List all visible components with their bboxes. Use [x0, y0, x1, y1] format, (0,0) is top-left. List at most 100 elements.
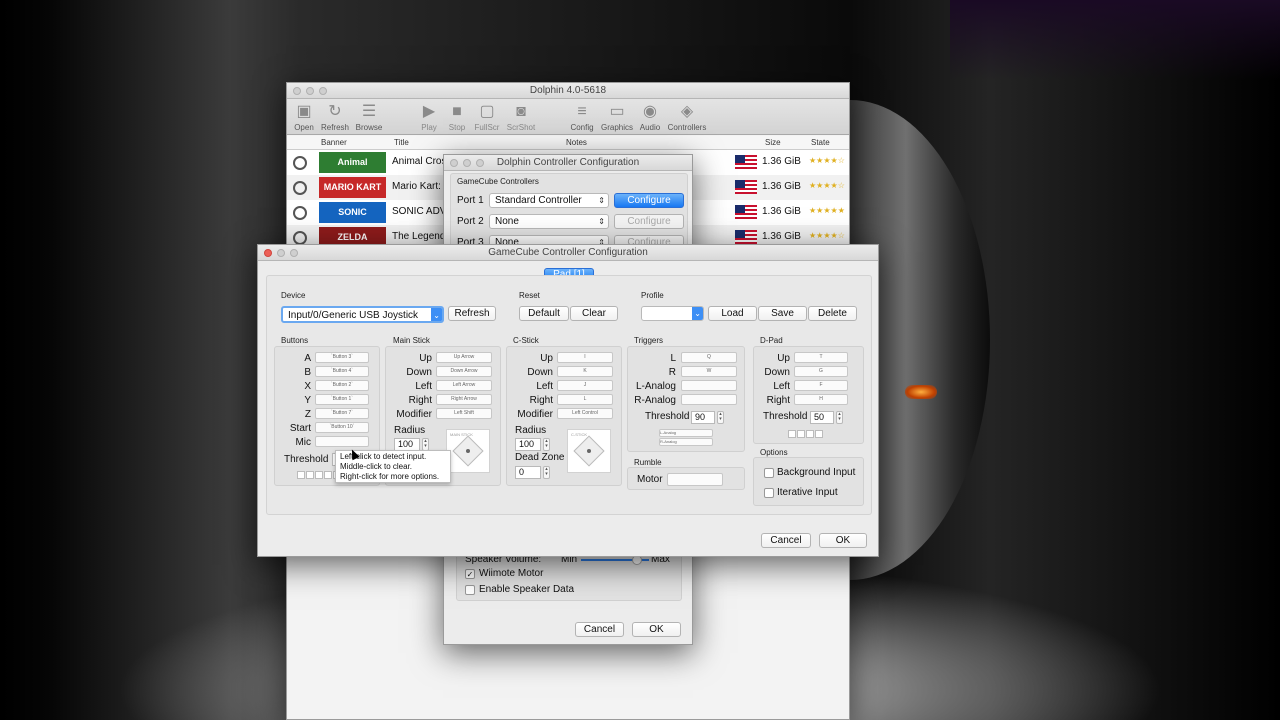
- device-refresh-button[interactable]: Refresh: [448, 306, 496, 321]
- device-select[interactable]: Input/0/Generic USB Joystick ⌄: [281, 306, 444, 323]
- speaker-volume-slider[interactable]: [581, 555, 649, 565]
- trigger-l-analog-binding[interactable]: [681, 380, 737, 391]
- dpad-up-binding[interactable]: T: [794, 352, 848, 363]
- dpad-right-binding[interactable]: H: [794, 394, 848, 405]
- button-y-binding[interactable]: `Button 1`: [315, 394, 369, 405]
- toolbar-config-button[interactable]: ≡ Config: [563, 102, 601, 132]
- gamecube-icon: [293, 231, 307, 245]
- toolbar-audio-button[interactable]: ◉ Audio: [631, 102, 669, 132]
- gamepad-icon: ◈: [680, 103, 694, 120]
- minimize-window-button[interactable]: [463, 159, 471, 167]
- zoom-window-button[interactable]: [476, 159, 484, 167]
- toolbar-refresh-button[interactable]: ↻ Refresh: [316, 102, 354, 132]
- profile-select[interactable]: ⌄: [641, 306, 704, 321]
- game-list-header: Banner Title Notes Size State: [287, 136, 849, 150]
- main-stick-up-binding[interactable]: Up Arrow: [436, 352, 492, 363]
- background-input-checkbox[interactable]: [764, 468, 774, 478]
- c-stick-group: Up I Down K Left J Right L Modifier Left…: [506, 346, 622, 486]
- toolbar-fullscreen-button[interactable]: ▢ FullScr: [468, 102, 506, 132]
- dpad-left-binding[interactable]: F: [794, 380, 848, 391]
- triggers-threshold-input[interactable]: 90: [691, 411, 715, 424]
- minimize-window-button[interactable]: [306, 87, 314, 95]
- browse-list-icon: ☰: [361, 103, 377, 120]
- profile-delete-button[interactable]: Delete: [808, 306, 857, 321]
- c-stick-radius-input[interactable]: 100: [515, 438, 541, 451]
- button-a-binding[interactable]: `Button 3`: [315, 352, 369, 363]
- dpad-threshold-stepper[interactable]: ▴ ▾: [836, 411, 843, 424]
- button-z-binding[interactable]: `Button 7`: [315, 408, 369, 419]
- enable-speaker-checkbox[interactable]: [465, 585, 475, 595]
- profile-load-button[interactable]: Load: [708, 306, 757, 321]
- dpad-group: Up T Down G Left F Right H Threshold 50 …: [753, 346, 864, 444]
- column-banner[interactable]: Banner: [321, 138, 347, 147]
- main-stick-down-binding[interactable]: Down Arrow: [436, 366, 492, 377]
- close-window-button[interactable]: [264, 249, 272, 257]
- triggers-group-label: Triggers: [634, 336, 664, 345]
- wiimote-settings-group: Speaker Volume: Min Max ✓ Wiimote Motor …: [456, 551, 682, 601]
- c-stick-up-binding[interactable]: I: [557, 352, 613, 363]
- trigger-r-analog-binding[interactable]: [681, 394, 737, 405]
- enable-speaker-label: Enable Speaker Data: [479, 584, 575, 595]
- zoom-window-button[interactable]: [290, 249, 298, 257]
- wiimote-motor-label: Wiimote Motor: [479, 568, 544, 579]
- config-sliders-icon: ≡: [577, 103, 587, 120]
- controller-config-ok-button[interactable]: OK: [632, 622, 681, 637]
- trigger-l-binding[interactable]: Q: [681, 352, 737, 363]
- button-x-binding[interactable]: `Button 2`: [315, 380, 369, 391]
- reset-clear-button[interactable]: Clear: [570, 306, 618, 321]
- toolbar-controllers-button[interactable]: ◈ Controllers: [665, 102, 709, 132]
- c-stick-modifier-binding[interactable]: Left Control: [557, 408, 613, 419]
- gc-config-cancel-button[interactable]: Cancel: [761, 533, 811, 548]
- toolbar-browse-button[interactable]: ☰ Browse: [350, 102, 388, 132]
- game-banner: MARIO KART: [319, 177, 386, 198]
- port-2-select[interactable]: None ⇕: [489, 214, 609, 229]
- c-stick-right-binding[interactable]: L: [557, 394, 613, 405]
- tooltip-line: Middle-click to clear.: [340, 462, 413, 471]
- column-state[interactable]: State: [811, 138, 830, 147]
- close-window-button[interactable]: [450, 159, 458, 167]
- main-stick-modifier-binding[interactable]: Left Shift: [436, 408, 492, 419]
- dpad-down-binding[interactable]: G: [794, 366, 848, 377]
- c-stick-down-binding[interactable]: K: [557, 366, 613, 377]
- dpad-threshold-input[interactable]: 50: [810, 411, 834, 424]
- button-mic-binding[interactable]: [315, 436, 369, 447]
- triggers-threshold-stepper[interactable]: ▴ ▾: [717, 411, 724, 424]
- main-stick-right-binding[interactable]: Right Arrow: [436, 394, 492, 405]
- close-window-button[interactable]: [293, 87, 301, 95]
- column-title[interactable]: Title: [394, 138, 409, 147]
- c-stick-group-label: C-Stick: [513, 336, 539, 345]
- c-stick-deadzone-input[interactable]: 0: [515, 466, 541, 479]
- controller-config-cancel-button[interactable]: Cancel: [575, 622, 624, 637]
- main-titlebar: Dolphin 4.0-5618: [287, 83, 849, 99]
- zoom-window-button[interactable]: [319, 87, 327, 95]
- reset-default-button[interactable]: Default: [519, 306, 569, 321]
- main-stick-left-binding[interactable]: Left Arrow: [436, 380, 492, 391]
- c-stick-deadzone-label: Dead Zone: [515, 452, 565, 463]
- c-stick-radius-stepper[interactable]: ▴ ▾: [543, 438, 550, 451]
- profile-save-button[interactable]: Save: [758, 306, 807, 321]
- button-b-binding[interactable]: `Button 4`: [315, 366, 369, 377]
- iterative-input-checkbox[interactable]: [764, 488, 774, 498]
- gc-config-ok-button[interactable]: OK: [819, 533, 867, 548]
- c-stick-down-label: Down: [527, 367, 553, 378]
- controller-config-title: Dolphin Controller Configuration: [496, 157, 640, 168]
- button-a-label: A: [304, 353, 311, 364]
- toolbar-screenshot-button[interactable]: ◙ ScrShot: [502, 102, 540, 132]
- rumble-motor-binding[interactable]: [667, 473, 723, 486]
- port-2-configure-button[interactable]: Configure: [614, 214, 684, 229]
- game-size: 1.36 GiB: [762, 156, 801, 167]
- column-notes[interactable]: Notes: [566, 138, 587, 147]
- port-1-select[interactable]: Standard Controller ⇕: [489, 193, 609, 208]
- wiimote-motor-checkbox[interactable]: ✓: [465, 569, 475, 579]
- column-size[interactable]: Size: [765, 138, 781, 147]
- main-stick-preview: MAIN STICK: [446, 429, 490, 473]
- profile-label: Profile: [641, 291, 664, 300]
- trigger-r-binding[interactable]: W: [681, 366, 737, 377]
- button-start-binding[interactable]: `Button 10`: [315, 422, 369, 433]
- refresh-icon: ↻: [328, 103, 342, 120]
- c-stick-deadzone-stepper[interactable]: ▴ ▾: [543, 466, 550, 479]
- minimize-window-button[interactable]: [277, 249, 285, 257]
- port-1-configure-button[interactable]: Configure: [614, 193, 684, 208]
- c-stick-left-binding[interactable]: J: [557, 380, 613, 391]
- us-flag-icon: [735, 180, 757, 194]
